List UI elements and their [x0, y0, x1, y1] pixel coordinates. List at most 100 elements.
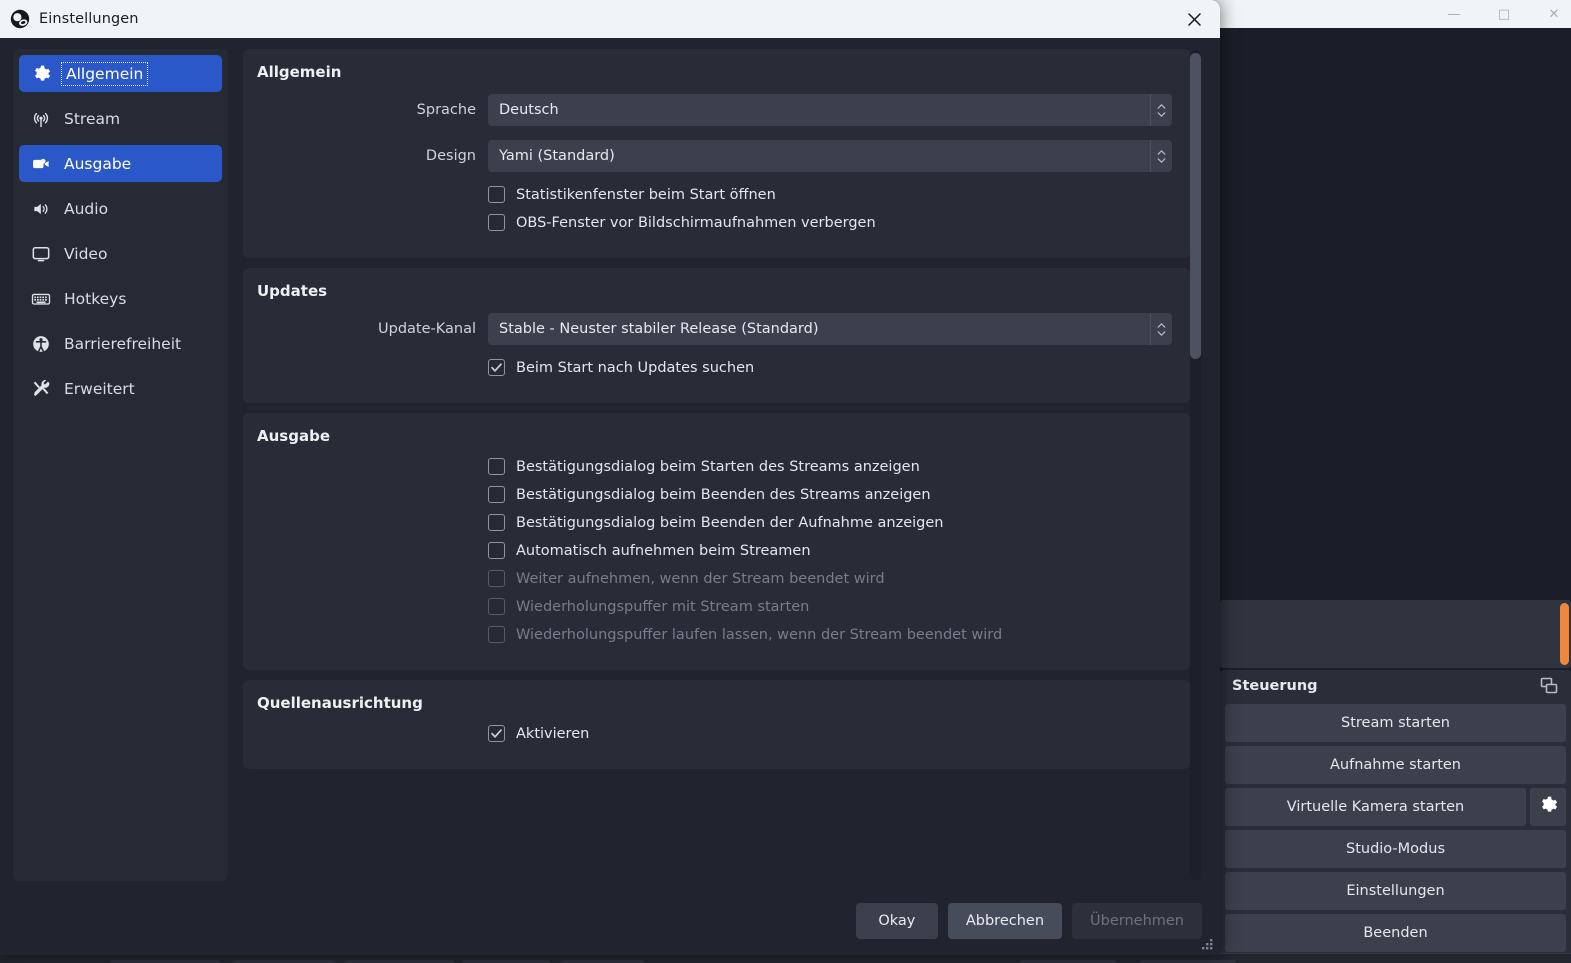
steuerung-dock: Steuerung Stream starten Aufnahme starten…: [1220, 670, 1571, 963]
checkbox-row: Wiederholungspuffer mit Stream starten: [257, 598, 1172, 615]
field-label: Sprache: [416, 102, 476, 118]
checkbox[interactable]: [488, 486, 505, 503]
dialog-title: Einstellungen: [39, 11, 139, 27]
dialog-footer: Okay Abbrechen Übernehmen: [0, 887, 1220, 955]
sidebar-item-label: Video: [64, 244, 108, 263]
sidebar-item-label: Allgemein: [60, 61, 149, 86]
speaker-icon: [30, 198, 51, 219]
checkbox-label: Bestätigungsdialog beim Beenden der Aufn…: [516, 514, 944, 531]
sidebar-item-label: Stream: [64, 109, 121, 128]
checkbox-row[interactable]: Statistikenfenster beim Start öffnen: [257, 186, 1172, 203]
video-output-icon: [30, 153, 51, 174]
settings-button[interactable]: Einstellungen: [1225, 872, 1566, 910]
checkbox-row: Weiter aufnehmen, wenn der Stream beende…: [257, 570, 1172, 587]
obs-logo-icon: [10, 9, 30, 29]
checkbox-label: Bestätigungsdialog beim Starten des Stre…: [516, 458, 920, 475]
combobox[interactable]: Deutsch: [488, 94, 1172, 126]
checkbox-row[interactable]: Bestätigungsdialog beim Beenden der Aufn…: [257, 514, 1172, 531]
checkbox[interactable]: [488, 458, 505, 475]
sidebar-item-stream[interactable]: Stream: [19, 100, 222, 137]
chevron-updown-icon[interactable]: [1150, 313, 1172, 345]
exit-button[interactable]: Beenden: [1225, 914, 1566, 952]
settings-group: Allgemein Sprache Deutsch Design Yami (Stand…: [243, 49, 1190, 258]
maximize-icon[interactable]: □: [1493, 8, 1515, 21]
checkbox[interactable]: [488, 542, 505, 559]
content-scrollbar-thumb[interactable]: [1190, 53, 1201, 359]
sidebar-item-label: Audio: [64, 199, 109, 218]
mixer-scrollbar[interactable]: [1560, 603, 1569, 665]
settings-group: Quellenausrichtung Aktivieren: [243, 680, 1190, 769]
settings-dialog: Einstellungen Allgemein Stream Ausgabe Audi…: [0, 0, 1220, 955]
audio-mixer-dock: [1220, 600, 1571, 668]
dialog-close-button[interactable]: [1168, 0, 1220, 38]
sidebar-item-label: Erweitert: [64, 379, 135, 398]
studio-mode-button[interactable]: Studio-Modus: [1225, 830, 1566, 868]
start-recording-button[interactable]: Aufnahme starten: [1225, 746, 1566, 784]
group-title: Updates: [257, 282, 328, 300]
dialog-titlebar: Einstellungen: [0, 0, 1220, 38]
checkbox-label: Aktivieren: [516, 725, 590, 742]
gear-icon: [30, 63, 51, 84]
sidebar-item-allgemein[interactable]: Allgemein: [19, 55, 222, 92]
checkbox[interactable]: [488, 186, 505, 203]
virtual-camera-settings-button[interactable]: [1530, 788, 1566, 826]
checkbox: [488, 626, 505, 643]
settings-sidebar: Allgemein Stream Ausgabe Audio Video Hotkeys B…: [13, 49, 228, 881]
tools-icon: [30, 378, 51, 399]
checkbox-label: Statistikenfenster beim Start öffnen: [516, 186, 776, 203]
resize-grip-icon[interactable]: [1200, 936, 1214, 950]
form-row: Update-Kanal Stable - Neuster stabiler Re…: [257, 313, 1172, 345]
settings-group: Updates Update-Kanal Stable - Neuster stab…: [243, 268, 1190, 403]
checkbox[interactable]: [488, 514, 505, 531]
undock-icon[interactable]: [1539, 676, 1559, 696]
combobox-value: Yami (Standard): [499, 148, 615, 164]
sidebar-item-video[interactable]: Video: [19, 235, 222, 272]
checkbox-row[interactable]: Aktivieren: [257, 725, 1172, 742]
field-label: Update-Kanal: [378, 321, 476, 337]
chevron-updown-icon[interactable]: [1150, 94, 1172, 126]
settings-group: Ausgabe Bestätigungsdialog beim Starten d…: [243, 413, 1190, 670]
sidebar-item-audio[interactable]: Audio: [19, 190, 222, 227]
keyboard-icon: [30, 288, 51, 309]
checkbox-row[interactable]: Bestätigungsdialog beim Starten des Stre…: [257, 458, 1172, 475]
form-row: Sprache Deutsch: [257, 94, 1172, 126]
checkbox-row: Wiederholungspuffer laufen lassen, wenn …: [257, 626, 1172, 643]
start-stream-button[interactable]: Stream starten: [1225, 704, 1566, 742]
checkbox-label: Wiederholungspuffer mit Stream starten: [516, 598, 810, 615]
checkbox-row[interactable]: OBS-Fenster vor Bildschirmaufnahmen verb…: [257, 214, 1172, 231]
checkbox-row[interactable]: Beim Start nach Updates suchen: [257, 359, 1172, 376]
ok-button[interactable]: Okay: [855, 903, 938, 939]
monitor-icon: [30, 243, 51, 264]
checkbox-row[interactable]: Automatisch aufnehmen beim Streamen: [257, 542, 1172, 559]
minimize-icon[interactable]: —: [1443, 8, 1465, 21]
checkbox-label: OBS-Fenster vor Bildschirmaufnahmen verb…: [516, 214, 876, 231]
start-virtual-camera-button[interactable]: Virtuelle Kamera starten: [1225, 788, 1526, 826]
settings-content-pane: Allgemein Sprache Deutsch Design Yami (Stand…: [243, 49, 1190, 882]
combobox[interactable]: Yami (Standard): [488, 140, 1172, 172]
checkbox-label: Wiederholungspuffer laufen lassen, wenn …: [516, 626, 1003, 643]
checkbox[interactable]: [488, 214, 505, 231]
steuerung-dock-header: Steuerung: [1220, 670, 1571, 702]
checkbox-label: Automatisch aufnehmen beim Streamen: [516, 542, 811, 559]
field-label: Design: [425, 148, 476, 164]
checkbox-row[interactable]: Bestätigungsdialog beim Beenden des Stre…: [257, 486, 1172, 503]
combobox-value: Stable - Neuster stabiler Release (Stand…: [499, 321, 819, 337]
sidebar-item-label: Ausgabe: [64, 154, 132, 173]
sidebar-item-ausgabe[interactable]: Ausgabe: [19, 145, 222, 182]
sidebar-item-erweitert[interactable]: Erweitert: [19, 370, 222, 407]
combobox[interactable]: Stable - Neuster stabiler Release (Stand…: [488, 313, 1172, 345]
close-icon[interactable]: ✕: [1543, 8, 1565, 21]
sidebar-item-barrierefreiheit[interactable]: Barrierefreiheit: [19, 325, 222, 362]
sidebar-item-hotkeys[interactable]: Hotkeys: [19, 280, 222, 317]
virtual-camera-row: Virtuelle Kamera starten: [1225, 788, 1566, 826]
chevron-updown-icon[interactable]: [1150, 140, 1172, 172]
os-window-controls[interactable]: — □ ✕: [1443, 0, 1565, 28]
cancel-button[interactable]: Abbrechen: [947, 903, 1063, 939]
checkbox: [488, 598, 505, 615]
broadcast-icon: [30, 108, 51, 129]
checkbox[interactable]: [488, 359, 505, 376]
checkbox[interactable]: [488, 725, 505, 742]
checkbox-label: Bestätigungsdialog beim Beenden des Stre…: [516, 486, 931, 503]
sidebar-item-label: Barrierefreiheit: [64, 334, 182, 353]
apply-button: Übernehmen: [1072, 903, 1202, 939]
